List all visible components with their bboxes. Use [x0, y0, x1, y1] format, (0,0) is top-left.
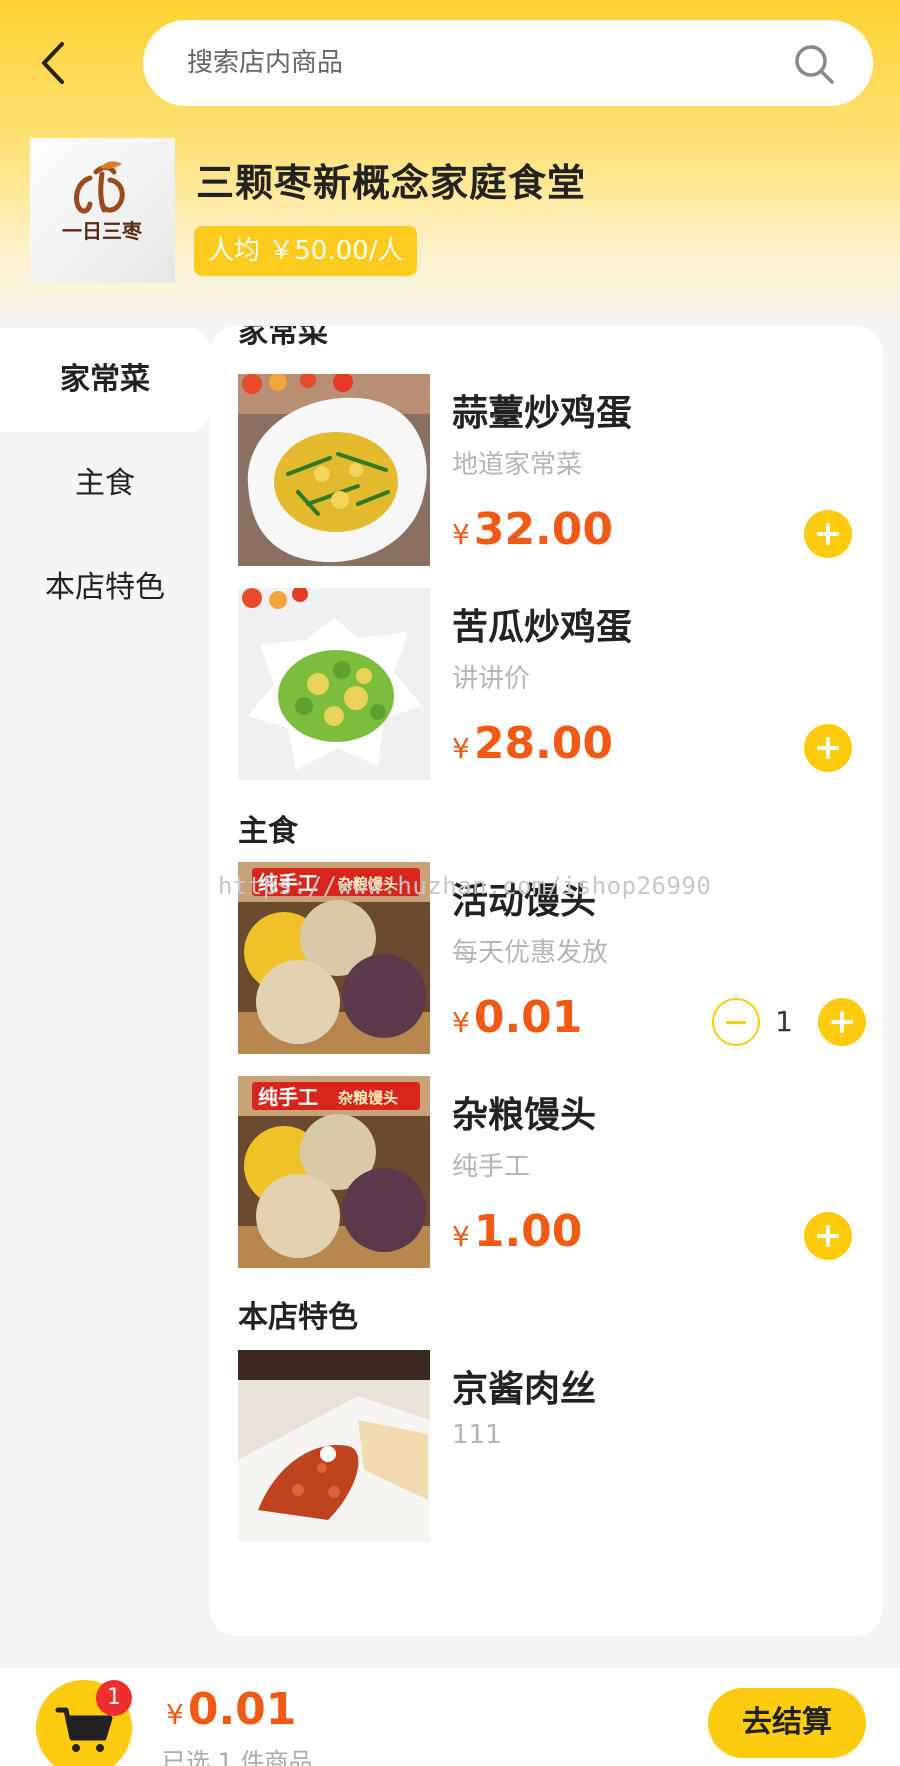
- svg-text:杂粮馒头: 杂粮馒头: [338, 1089, 398, 1107]
- product-item[interactable]: 苦瓜炒鸡蛋 讲讲价 ¥28.00: [238, 588, 868, 782]
- product-name: 杂粮馒头: [452, 1095, 597, 1136]
- product-image: [238, 374, 430, 566]
- search-box[interactable]: [143, 20, 873, 106]
- search-input[interactable]: [187, 20, 747, 106]
- section-title: 主食: [238, 814, 298, 849]
- product-desc: 地道家常菜: [452, 450, 583, 480]
- header: [0, 18, 900, 108]
- quantity-value: 1: [775, 1005, 793, 1038]
- store-info: 一日三枣 三颗枣新概念家庭食堂 人均 ￥50.00/人: [0, 138, 900, 283]
- product-list: 家常菜 蒜薹炒鸡蛋 地道家常菜 ¥32.00 苦瓜炒鸡蛋 讲讲价 ¥28.00 …: [210, 326, 882, 1636]
- product-image: [238, 588, 430, 780]
- product-image: 纯手工 杂粮馒头: [238, 1076, 430, 1268]
- category-item-staple[interactable]: 主食: [0, 432, 210, 536]
- product-price: ¥0.01: [452, 992, 583, 1043]
- product-desc: 讲讲价: [452, 664, 531, 694]
- product-price: ¥32.00: [452, 504, 614, 555]
- product-desc: 纯手工: [452, 1152, 531, 1182]
- product-desc: 每天优惠发放: [452, 938, 609, 968]
- product-desc: 111: [452, 1420, 502, 1450]
- selected-count-text: 已选 1 件商品: [162, 1748, 313, 1766]
- add-to-cart-button[interactable]: [818, 998, 866, 1046]
- back-button[interactable]: [36, 40, 76, 86]
- category-item-specialty[interactable]: 本店特色: [0, 536, 210, 640]
- product-item[interactable]: 京酱肉丝 111: [238, 1350, 868, 1544]
- product-name: 京酱肉丝: [452, 1369, 597, 1410]
- product-price: ¥28.00: [452, 718, 614, 769]
- svg-text:纯手工: 纯手工: [258, 1085, 318, 1109]
- svg-text:一日三枣: 一日三枣: [62, 219, 143, 243]
- add-to-cart-button[interactable]: [804, 510, 852, 558]
- store-name: 三颗枣新概念家庭食堂: [196, 161, 587, 205]
- watermark: https://www.huzhan.com/ishop26990: [218, 872, 712, 900]
- cart-total-price: ¥0.01: [166, 1684, 297, 1735]
- avg-price-badge: 人均 ￥50.00/人: [194, 226, 418, 276]
- cart-bar: 1 ¥0.01 已选 1 件商品 去结算: [0, 1668, 900, 1766]
- add-to-cart-button[interactable]: [804, 1212, 852, 1260]
- add-to-cart-button[interactable]: [804, 724, 852, 772]
- decrease-quantity-button[interactable]: [712, 998, 760, 1046]
- product-item[interactable]: 蒜薹炒鸡蛋 地道家常菜 ¥32.00: [238, 374, 868, 568]
- product-name: 蒜薹炒鸡蛋: [452, 393, 633, 434]
- product-name: 苦瓜炒鸡蛋: [452, 607, 633, 648]
- search-icon[interactable]: [793, 43, 835, 85]
- cart-count-badge: 1: [96, 1680, 132, 1716]
- store-logo: 一日三枣: [30, 138, 175, 283]
- section-title: 家常菜: [238, 326, 328, 350]
- section-title: 本店特色: [238, 1300, 358, 1335]
- product-image: [238, 1350, 430, 1542]
- chevron-left-icon: [42, 42, 64, 84]
- product-price: ¥1.00: [452, 1206, 583, 1257]
- checkout-button[interactable]: 去结算: [708, 1688, 866, 1758]
- category-item-home-dishes[interactable]: 家常菜: [0, 328, 210, 432]
- category-sidebar: 家常菜 主食 本店特色: [0, 328, 210, 640]
- product-item[interactable]: 纯手工 杂粮馒头 杂粮馒头 纯手工 ¥1.00: [238, 1076, 868, 1270]
